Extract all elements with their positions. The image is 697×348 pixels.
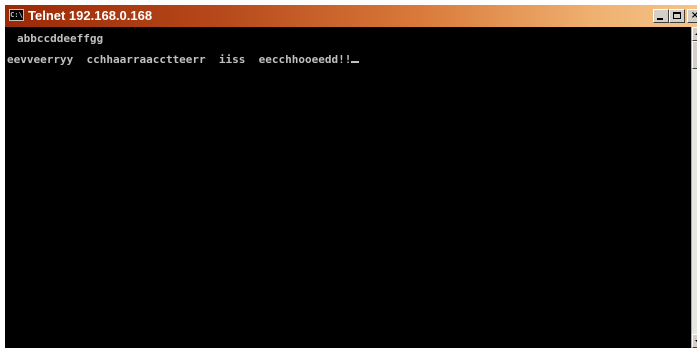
- minimize-button[interactable]: [653, 9, 669, 23]
- telnet-window: C:\ Telnet 192.168.0.168 × abbccddeeffgg…: [5, 5, 697, 348]
- console-line-1-text: abbccddeeffgg: [17, 32, 104, 45]
- title-bar[interactable]: C:\ Telnet 192.168.0.168 ×: [5, 5, 697, 27]
- console-line-2: eevveerryy cchhaarraacctteerr iiss eecch…: [7, 53, 360, 66]
- text-cursor: [351, 61, 360, 63]
- close-icon: ×: [690, 10, 697, 21]
- console-line-2-text: eevveerryy cchhaarraacctteerr iiss eecch…: [7, 53, 352, 66]
- console-icon[interactable]: C:\: [9, 9, 24, 21]
- maximize-icon: [673, 12, 681, 19]
- scroll-up-button[interactable]: [692, 27, 697, 41]
- scroll-thumb[interactable]: [692, 41, 697, 69]
- vertical-scrollbar[interactable]: [691, 27, 697, 348]
- minimize-icon: [657, 18, 663, 20]
- close-button[interactable]: ×: [687, 9, 697, 23]
- window-title: Telnet 192.168.0.168: [28, 8, 153, 23]
- scroll-down-button[interactable]: [692, 334, 697, 348]
- console-output[interactable]: abbccddeeffgg eevveerryy cchhaarraacctte…: [5, 27, 691, 348]
- console-line-1: abbccddeeffgg: [17, 32, 103, 45]
- maximize-button[interactable]: [669, 9, 685, 23]
